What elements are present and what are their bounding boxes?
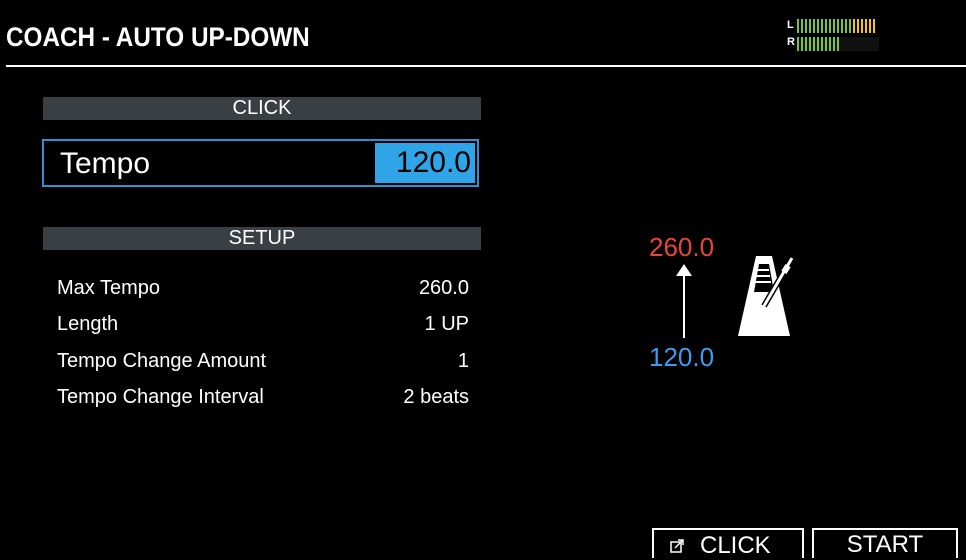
meter-segment — [821, 19, 823, 33]
meter-right-label: R — [787, 36, 795, 48]
meter-segment — [809, 37, 811, 51]
diagram-max-tempo: 260.0 — [649, 232, 715, 262]
meter-segment — [837, 37, 839, 51]
page-title: COACH - AUTO UP-DOWN — [6, 22, 310, 52]
param-value: 260.0 — [418, 277, 469, 299]
meter-segment — [833, 37, 835, 51]
param-name: Max Tempo — [57, 277, 161, 299]
meter-segment — [829, 37, 831, 51]
level-meter: L R — [787, 18, 887, 58]
title-divider — [6, 65, 966, 67]
click-button[interactable]: CLICK — [652, 528, 804, 559]
meter-right-bars — [797, 37, 879, 51]
tempo-field[interactable]: Tempo 120.0 — [42, 139, 479, 187]
meter-segment — [797, 37, 799, 51]
tempo-value[interactable]: 120.0 — [375, 143, 475, 183]
param-name: Length — [57, 313, 119, 335]
param-max-tempo[interactable]: Max Tempo 260.0 — [57, 277, 469, 303]
meter-segment — [829, 19, 831, 33]
meter-segment — [849, 19, 851, 33]
click-section-heading: CLICK — [43, 97, 481, 120]
meter-segment — [861, 19, 863, 33]
meter-segment — [865, 19, 867, 33]
meter-segment — [825, 37, 827, 51]
meter-segment — [837, 19, 839, 33]
meter-segment — [805, 37, 807, 51]
start-button[interactable]: START — [812, 528, 958, 558]
meter-segment — [801, 19, 803, 33]
meter-segment — [813, 19, 815, 33]
meter-segment — [813, 37, 815, 51]
meter-segment — [805, 19, 807, 33]
meter-segment — [817, 19, 819, 33]
param-name: Tempo Change Amount — [57, 350, 267, 372]
meter-segment — [833, 19, 835, 33]
param-value: 1 UP — [424, 313, 469, 335]
diagram-start-tempo: 120.0 — [649, 342, 715, 372]
param-value: 1 — [457, 350, 469, 372]
meter-left-label: L — [787, 19, 794, 31]
tempo-label: Tempo — [60, 147, 151, 180]
param-value: 2 beats — [403, 386, 469, 408]
meter-segment — [869, 19, 871, 33]
meter-segment — [845, 19, 847, 33]
meter-segment — [825, 19, 827, 33]
param-tempo-change-interval[interactable]: Tempo Change Interval 2 beats — [57, 386, 469, 412]
meter-segment — [801, 37, 803, 51]
param-name: Tempo Change Interval — [57, 386, 264, 408]
param-tempo-change-amount[interactable]: Tempo Change Amount 1 — [57, 350, 469, 376]
meter-segment — [817, 37, 819, 51]
param-length[interactable]: Length 1 UP — [57, 313, 469, 339]
setup-section-heading: SETUP — [43, 227, 481, 250]
meter-segment — [809, 19, 811, 33]
meter-segment — [797, 19, 799, 33]
arrow-up-icon — [676, 264, 692, 338]
metronome-icon — [738, 256, 795, 336]
meter-segment — [821, 37, 823, 51]
meter-left-bars — [797, 19, 879, 33]
meter-segment — [841, 19, 843, 33]
meter-segment — [873, 19, 875, 33]
meter-segment — [853, 19, 855, 33]
external-link-icon — [670, 539, 684, 553]
meter-segment — [857, 19, 859, 33]
